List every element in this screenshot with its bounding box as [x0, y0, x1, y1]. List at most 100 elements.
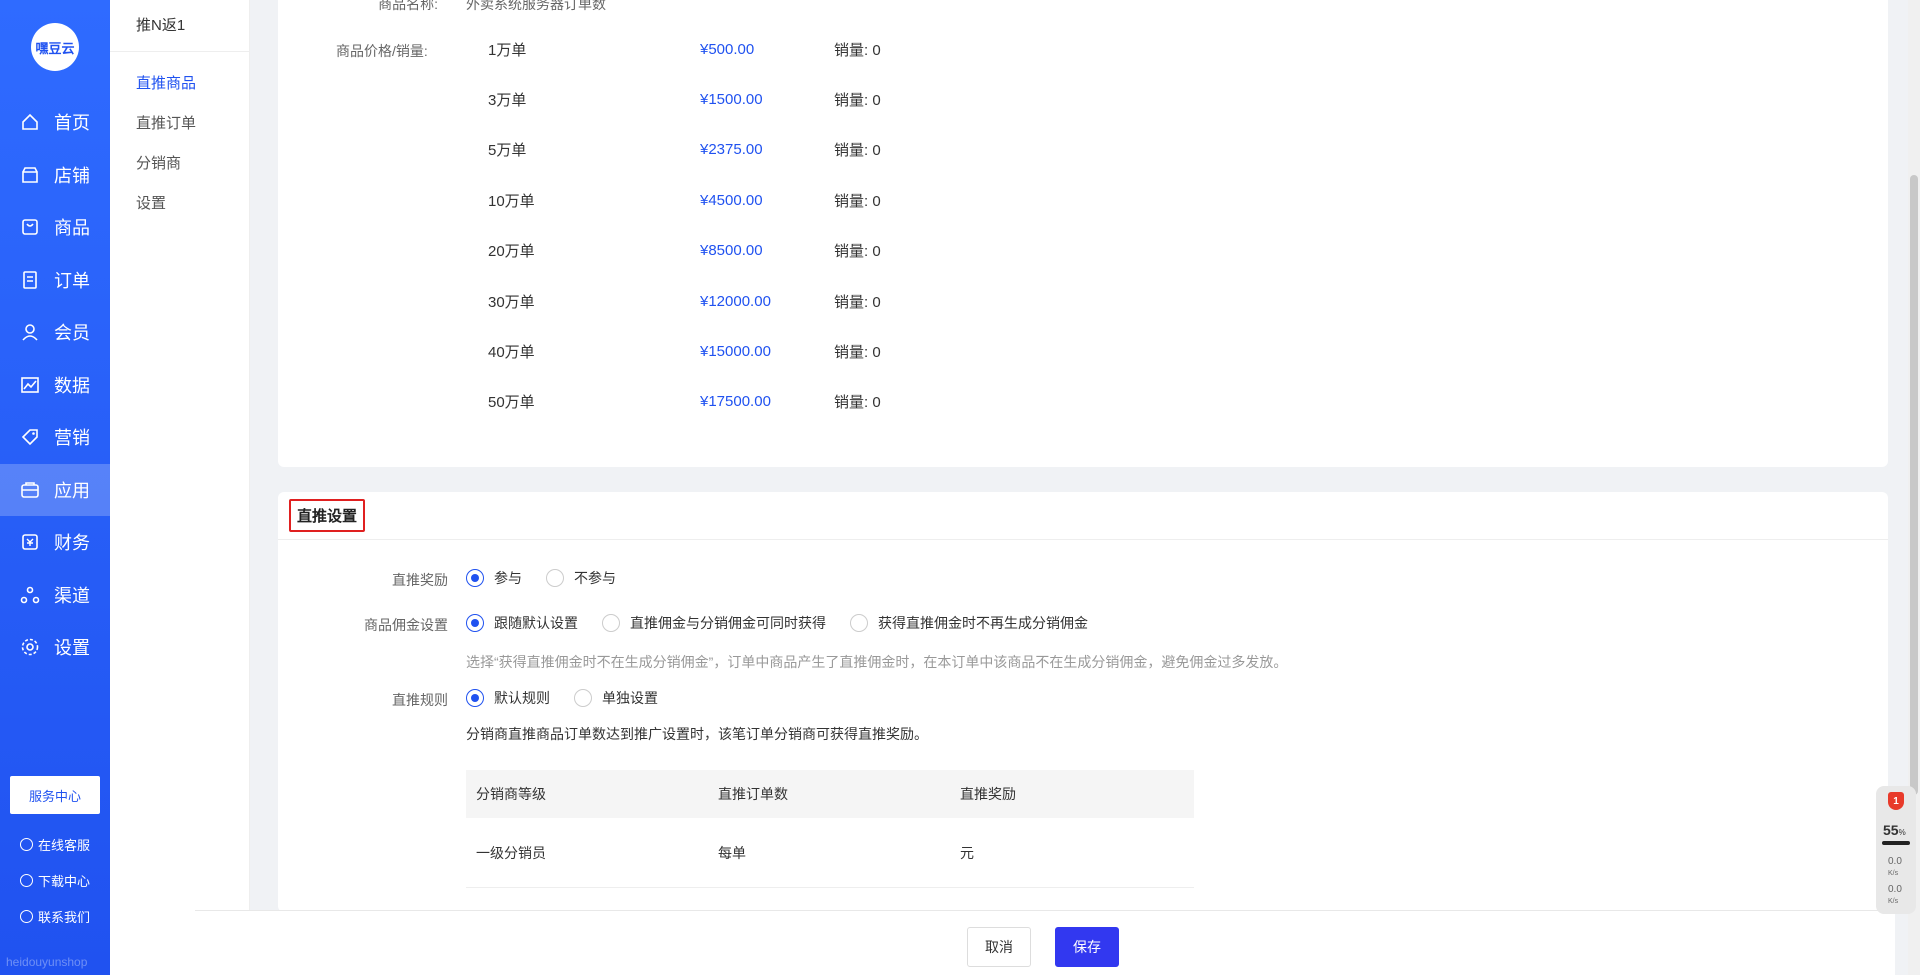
nav-item-9[interactable]: 渠道 — [0, 569, 110, 622]
sales-text: 销量: 0 — [834, 41, 881, 59]
spec-text: 40万单 — [488, 343, 535, 361]
radio-label: 不参与 — [574, 570, 616, 586]
reward-radio-1[interactable]: 不参与 — [546, 568, 616, 588]
price-text: ¥17500.00 — [700, 393, 771, 411]
section-title: 直推设置 — [289, 499, 366, 532]
price-row: 40万单 ¥15000.00 销量: 0 — [488, 341, 881, 361]
reward-label: 直推奖励 — [392, 572, 448, 588]
row-reward: 元 — [960, 844, 974, 861]
rule-radio-group: 默认规则 单独设置 — [466, 688, 682, 708]
network-monitor-widget[interactable]: 1 55% 0.0 K/s 0.0 K/s — [1876, 786, 1916, 914]
rule-radio-1[interactable]: 单独设置 — [574, 688, 658, 708]
spec-text: 20万单 — [488, 243, 535, 261]
price-row: 3万单 ¥1500.00 销量: 0 — [488, 89, 881, 109]
goods-icon — [20, 217, 40, 237]
reward-radio-0[interactable]: 参与 — [466, 568, 522, 588]
price-row: 5万单 ¥2375.00 销量: 0 — [488, 140, 881, 160]
header-reward: 直推奖励 — [960, 786, 1016, 802]
product-name-value: 外卖系统服务器订单数 — [466, 0, 606, 12]
radio-label: 参与 — [494, 570, 522, 586]
price-text: ¥500.00 — [700, 40, 755, 58]
radio-circle-icon — [466, 689, 484, 707]
main-content: 商品名称: 外卖系统服务器订单数 商品价格/销量: 1万单 ¥500.00 销量: … — [250, 0, 1920, 975]
nav-item-6[interactable]: 营销 — [0, 411, 110, 464]
commission-radio-0[interactable]: 跟随默认设置 — [466, 613, 578, 633]
online-support-link[interactable]: 在线客服 — [20, 835, 90, 854]
support-icon — [20, 838, 33, 851]
commission-radio-group: 跟随默认设置 直推佣金与分销佣金可同时获得 获得直推佣金时不再生成分销佣金 — [466, 613, 1112, 633]
price-text: ¥4500.00 — [700, 191, 763, 209]
cancel-button[interactable]: 取消 — [967, 927, 1031, 967]
submenu-item-2[interactable]: 分销商 — [110, 144, 249, 184]
sub-menu: 推N返1 直推商品 直推订单 分销商 设置 — [110, 0, 250, 975]
nav-label: 商品 — [54, 218, 90, 239]
radio-circle-icon — [466, 569, 484, 587]
service-center-button[interactable]: 服务中心 — [10, 776, 100, 814]
nav-item-2[interactable]: 商品 — [0, 201, 110, 254]
nav-label: 渠道 — [54, 585, 90, 606]
nav-item-5[interactable]: 数据 — [0, 359, 110, 412]
price-row: 30万单 ¥12000.00 销量: 0 — [488, 291, 881, 311]
price-row: 50万单 ¥17500.00 销量: 0 — [488, 392, 881, 412]
sales-text: 销量: 0 — [834, 192, 881, 210]
cpu-percent: 55% — [1883, 822, 1906, 838]
download-speed: 0.0 K/s — [1888, 884, 1902, 905]
nav-label: 设置 — [54, 638, 90, 659]
rule-radio-0[interactable]: 默认规则 — [466, 688, 550, 708]
download-center-link[interactable]: 下载中心 — [20, 871, 90, 890]
scroll-thumb[interactable] — [1910, 175, 1918, 795]
nav-item-1[interactable]: 店铺 — [0, 149, 110, 202]
channel-icon — [20, 585, 40, 605]
finance-icon — [20, 532, 40, 552]
sales-text: 销量: 0 — [834, 394, 881, 412]
tag-icon — [20, 427, 40, 447]
commission-hint: 选择“获得直推佣金时不在生成分销佣金”，订单中商品产生了直推佣金时，在本订单中该… — [466, 654, 1288, 670]
submenu-item-3[interactable]: 设置 — [110, 184, 249, 224]
price-text: ¥2375.00 — [700, 141, 763, 159]
nav-label: 数据 — [54, 375, 90, 396]
price-sales-label: 商品价格/销量: — [336, 43, 428, 59]
product-info-card: 商品名称: 外卖系统服务器订单数 商品价格/销量: 1万单 ¥500.00 销量: … — [278, 0, 1888, 467]
sales-text: 销量: 0 — [834, 142, 881, 160]
contact-us-link[interactable]: 联系我们 — [20, 907, 90, 926]
price-row: 10万单 ¥4500.00 销量: 0 — [488, 190, 881, 210]
direct-settings-header: 直推设置 — [278, 492, 1888, 540]
sales-text: 销量: 0 — [834, 293, 881, 311]
nav-item-3[interactable]: 订单 — [0, 254, 110, 307]
chart-icon — [20, 375, 40, 395]
main-nav: 首页 店铺商品订单 会员数据营销应用财务渠道设置 — [0, 96, 110, 674]
app-logo[interactable]: 嘿豆云 — [31, 23, 79, 71]
nav-item-10[interactable]: 设置 — [0, 621, 110, 674]
header-level: 分销商等级 — [476, 786, 546, 802]
main-sidebar: 嘿豆云 首页 店铺商品订单 会员数据营销应用财务渠道设置 服务中心 在线客服 下载中… — [0, 0, 110, 975]
nav-item-7[interactable]: 应用 — [0, 463, 110, 516]
spec-text: 1万单 — [488, 41, 527, 59]
commission-radio-2[interactable]: 获得直推佣金时不再生成分销佣金 — [850, 613, 1088, 633]
radio-label: 默认规则 — [494, 690, 550, 706]
commission-radio-1[interactable]: 直推佣金与分销佣金可同时获得 — [602, 613, 826, 633]
member-icon — [20, 322, 40, 342]
radio-label: 直推佣金与分销佣金可同时获得 — [630, 615, 826, 631]
radio-circle-icon — [574, 689, 592, 707]
spec-text: 30万单 — [488, 293, 535, 311]
nav-label: 应用 — [54, 480, 90, 501]
reward-table: 分销商等级 直推订单数 直推奖励 一级分销员 每单 元 — [466, 770, 1194, 888]
sales-text: 销量: 0 — [834, 243, 881, 261]
radio-circle-icon — [466, 614, 484, 632]
nav-item-0[interactable]: 首页 — [0, 96, 110, 149]
save-button[interactable]: 保存 — [1055, 927, 1119, 967]
row-order-count: 每单 — [718, 844, 746, 861]
gear-icon — [20, 637, 40, 657]
price-text: ¥15000.00 — [700, 342, 771, 360]
spec-text: 50万单 — [488, 394, 535, 412]
rule-label: 直推规则 — [392, 692, 448, 708]
row-level: 一级分销员 — [476, 844, 546, 861]
upload-speed: 0.0 K/s — [1888, 856, 1902, 877]
submenu-item-1[interactable]: 直推订单 — [110, 104, 249, 144]
submenu-item-0[interactable]: 直推商品 — [110, 64, 249, 104]
radio-circle-icon — [602, 614, 620, 632]
nav-item-4[interactable]: 会员 — [0, 306, 110, 359]
spec-text: 3万单 — [488, 91, 527, 109]
nav-item-8[interactable]: 财务 — [0, 516, 110, 569]
reward-radio-group: 参与 不参与 — [466, 568, 640, 588]
